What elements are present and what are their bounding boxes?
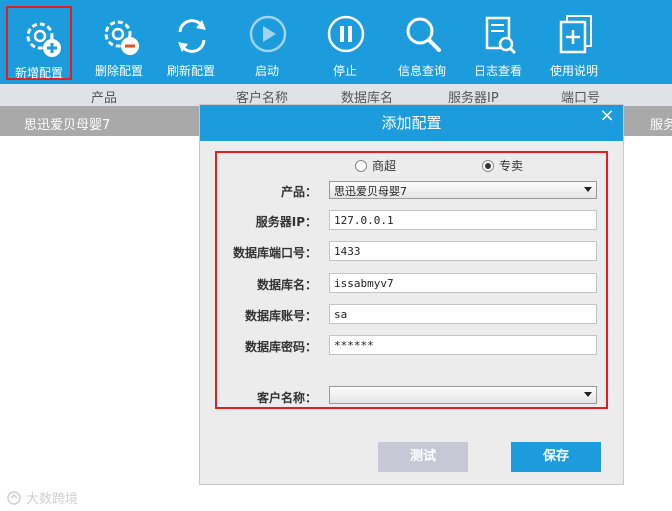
- db-port-label: 数据库端口号：: [232, 246, 317, 260]
- db-name-label: 数据库名：: [256, 278, 317, 292]
- start-label: 启动: [254, 64, 279, 78]
- radio-circle-icon: [355, 160, 367, 172]
- add-config-button[interactable]: 新增配置: [6, 6, 72, 80]
- help-label: 使用说明: [549, 64, 598, 78]
- db-name-input[interactable]: issabmyv7: [329, 273, 597, 293]
- config-form: 商超 专卖 产品： 思迅爱贝母婴7 服务器IP： 127.0.0.1 数据库端口…: [215, 151, 608, 409]
- toolbar: 新增配置 删除配置 刷新配置 启动 停止 信息查询 日志查看 使用说明: [0, 0, 672, 84]
- add-config-dialog: 添加配置 × 商超 专卖 产品： 思迅爱贝母婴7 服务器IP： 127.0.0.…: [199, 104, 624, 485]
- log-view-label: 日志查看: [473, 64, 522, 78]
- radio-checked-icon: [482, 160, 494, 172]
- refresh-config-label: 刷新配置: [166, 64, 215, 78]
- server-ip-input[interactable]: 127.0.0.1: [329, 210, 597, 230]
- stop-label: 停止: [332, 64, 357, 78]
- watermark-logo-icon: [7, 491, 21, 505]
- db-password-label: 数据库密码：: [244, 340, 317, 354]
- help-doc-icon: [559, 15, 592, 54]
- server-ip-label: 服务器IP：: [255, 215, 317, 229]
- watermark: 大数跨境: [6, 488, 78, 507]
- delete-config-label: 删除配置: [94, 64, 143, 78]
- dialog-title: 添加配置: [200, 105, 623, 141]
- row-server-cell: 服务: [650, 118, 672, 133]
- table-header: 产品 客户名称 数据库名 服务器IP 端口号: [0, 84, 672, 106]
- delete-config-button[interactable]: 删除配置: [86, 6, 152, 80]
- pause-icon: [327, 15, 365, 53]
- test-button[interactable]: 测试: [378, 442, 468, 472]
- log-search-icon: [485, 16, 517, 55]
- play-icon: [249, 15, 287, 53]
- db-account-label: 数据库账号：: [244, 309, 317, 323]
- customer-name-select[interactable]: [329, 386, 597, 404]
- radio-specialty[interactable]: 专卖: [482, 157, 523, 174]
- info-query-label: 信息查询: [397, 64, 446, 78]
- search-icon: [406, 17, 441, 52]
- radio-specialty-label: 专卖: [499, 159, 524, 173]
- chevron-down-icon: [584, 392, 592, 397]
- save-button[interactable]: 保存: [511, 442, 601, 472]
- info-query-button[interactable]: 信息查询: [389, 6, 455, 80]
- help-button[interactable]: 使用说明: [541, 6, 607, 80]
- db-port-input[interactable]: 1433: [329, 241, 597, 261]
- product-label: 产品：: [280, 185, 317, 199]
- db-password-input[interactable]: ******: [329, 335, 597, 355]
- radio-supermarket-label: 商超: [372, 159, 397, 173]
- watermark-text: 大数跨境: [26, 492, 79, 507]
- radio-supermarket[interactable]: 商超: [355, 157, 396, 174]
- log-view-button[interactable]: 日志查看: [465, 6, 531, 80]
- start-button[interactable]: 启动: [234, 6, 300, 80]
- stop-button[interactable]: 停止: [312, 6, 378, 80]
- close-icon[interactable]: ×: [597, 105, 617, 129]
- customer-name-label: 客户名称：: [256, 391, 317, 405]
- refresh-config-button[interactable]: 刷新配置: [158, 6, 224, 80]
- refresh-icon: [178, 19, 206, 53]
- product-select[interactable]: 思迅爱贝母婴7: [329, 181, 597, 199]
- header-product[interactable]: 产品: [91, 87, 117, 106]
- product-select-value: 思迅爱贝母婴7: [334, 185, 407, 198]
- gear-remove-icon: [104, 20, 139, 55]
- row-product-cell: 思迅爱贝母婴7: [24, 118, 111, 133]
- add-config-label: 新增配置: [14, 66, 63, 80]
- gear-add-icon: [26, 22, 61, 57]
- db-account-input[interactable]: sa: [329, 304, 597, 324]
- chevron-down-icon: [584, 187, 592, 192]
